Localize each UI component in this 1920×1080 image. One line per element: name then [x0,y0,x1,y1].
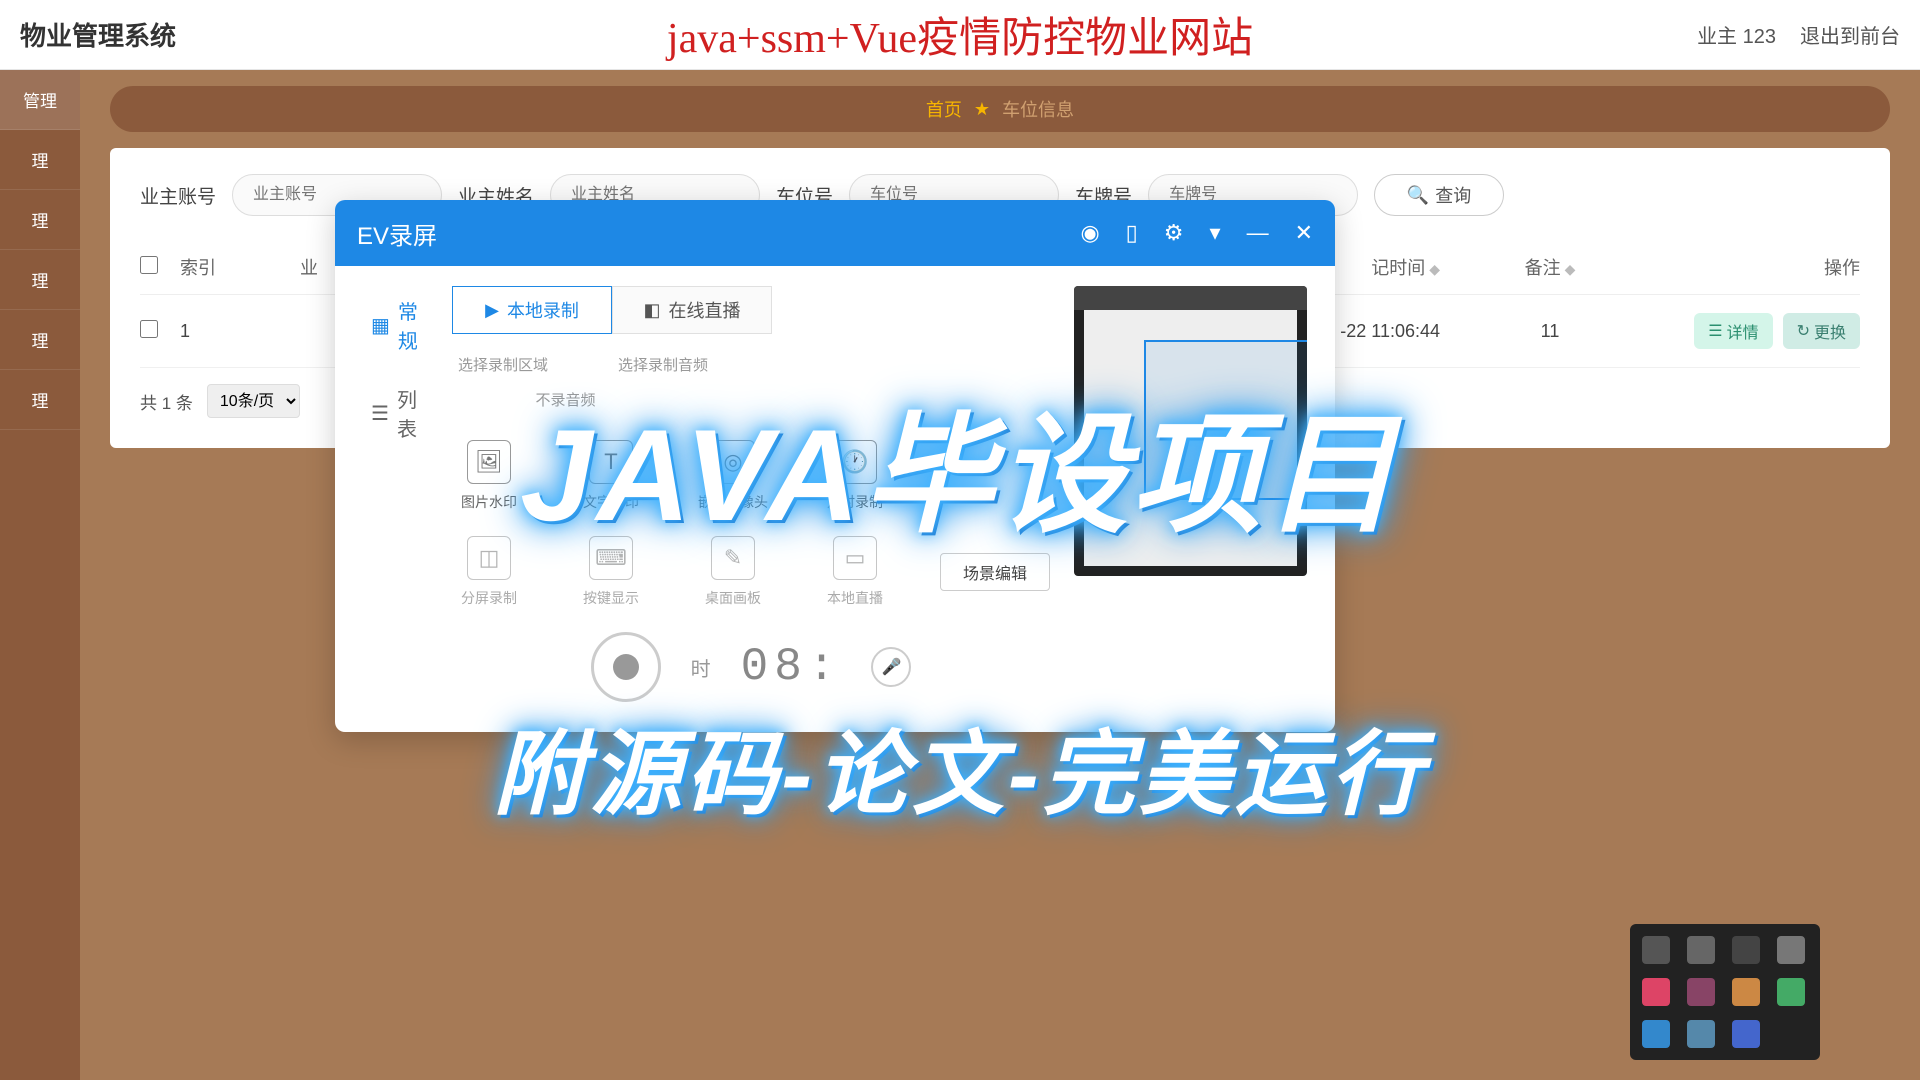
row-index: 1 [180,321,300,342]
ev-title: EV录屏 [357,216,437,251]
breadcrumb-home[interactable]: 首页 [926,96,962,122]
ev-header: EV录屏 ◉ ▯ ⚙ ▾ — ✕ [335,200,1335,266]
logout-link[interactable]: 退出到前台 [1800,20,1900,49]
row-note: 11 [1440,321,1660,342]
ev-nav-list[interactable]: ☰列表 [363,374,428,452]
ev-left-nav: ▦常规 ☰列表 [363,286,428,702]
timer-label: 时 [691,653,711,682]
overlay-line2: 附源码-论文-完美运行 [493,700,1426,833]
tray-icon-4[interactable] [1777,936,1805,964]
image-icon: 🖼 [467,440,511,484]
system-tray [1630,924,1820,1060]
user-icon[interactable]: ◉ [1080,220,1099,246]
sidebar-item-4[interactable]: 理 [0,310,80,370]
edit-icon: ↻ [1797,321,1810,341]
ev-tab-live[interactable]: ◧在线直播 [612,286,772,334]
sidebar-item-1[interactable]: 理 [0,130,80,190]
scene-edit-button[interactable]: 场景编辑 [940,553,1050,591]
mic-button[interactable]: 🎤 [871,647,911,687]
star-icon: ★ [974,99,990,120]
record-dot-icon [613,654,639,680]
tray-icon-6[interactable] [1687,978,1715,1006]
record-icon: ▶ [485,300,499,321]
pager-select[interactable]: 10条/页 [207,384,300,418]
list-icon: ☰ [371,401,389,426]
tray-icon-11[interactable] [1732,1020,1760,1048]
preview-bar [1074,286,1307,310]
col-time: 记时间 [1371,258,1425,278]
col-note: 备注 [1525,258,1561,278]
overlay-line1: JAVA毕设项目 [520,370,1399,558]
edit-button[interactable]: ↻更换 [1783,313,1860,349]
tray-icon-7[interactable] [1732,978,1760,1006]
select-all-checkbox[interactable] [140,256,158,274]
mic-icon: 🎤 [881,657,901,677]
sidebar-item-2[interactable]: 理 [0,190,80,250]
pager-total: 共 1 条 [140,389,193,414]
tray-icon-8[interactable] [1777,978,1805,1006]
tray-icon-10[interactable] [1687,1020,1715,1048]
tool-image-watermark[interactable]: 🖼图片水印 [452,440,526,512]
col-ops: 操作 [1660,254,1860,280]
tray-icon-3[interactable] [1732,936,1760,964]
tray-icon-2[interactable] [1687,936,1715,964]
tray-icon-9[interactable] [1642,1020,1670,1048]
query-button[interactable]: 🔍 查询 [1374,174,1504,216]
split-icon: ◫ [467,536,511,580]
sort-icon-2[interactable]: ◆ [1565,261,1576,277]
sidebar-item-0[interactable]: 管理 [0,70,80,130]
minimize-icon[interactable]: — [1247,220,1269,246]
detail-button[interactable]: ☰详情 [1694,313,1772,349]
sort-icon[interactable]: ◆ [1429,261,1440,277]
timer-display: 08: [741,641,842,693]
breadcrumb: 首页 ★ 车位信息 [110,86,1890,132]
query-label: 查询 [1435,182,1471,208]
live-icon: ◧ [644,300,661,321]
col-index: 索引 [180,254,300,280]
title-banner: java+ssm+Vue疫情防控物业网站 [667,4,1253,65]
tool-split[interactable]: ◫分屏录制 [452,536,526,608]
ev-tab-local[interactable]: ▶本地录制 [452,286,612,334]
user-area: 业主 123 退出到前台 [1697,20,1900,49]
tray-icon-1[interactable] [1642,936,1670,964]
logo: 物业管理系统 [20,16,176,53]
phone-icon[interactable]: ▯ [1126,220,1138,246]
ev-tabs: ▶本地录制 ◧在线直播 [452,286,1050,334]
grid-icon: ▦ [371,313,390,338]
close-icon[interactable]: ✕ [1295,220,1313,246]
gear-icon[interactable]: ⚙ [1164,220,1184,246]
top-header: 物业管理系统 java+ssm+Vue疫情防控物业网站 业主 123 退出到前台 [0,0,1920,70]
ev-timer-row: 时 08: 🎤 [452,632,1050,702]
search-icon: 🔍 [1407,185,1429,206]
breadcrumb-current: 车位信息 [1002,96,1074,122]
sidebar-item-5[interactable]: 理 [0,370,80,430]
filter1-label: 业主账号 [140,182,216,209]
user-label[interactable]: 业主 123 [1697,20,1776,49]
sidebar-item-3[interactable]: 理 [0,250,80,310]
detail-icon: ☰ [1708,321,1722,341]
ev-nav-general[interactable]: ▦常规 [363,286,428,364]
chevron-down-icon[interactable]: ▾ [1210,220,1221,246]
row-checkbox[interactable] [140,320,158,338]
record-button[interactable] [591,632,661,702]
tray-icon-5[interactable] [1642,978,1670,1006]
ev-header-icons: ◉ ▯ ⚙ ▾ — ✕ [1080,220,1313,246]
sidebar: 管理 理 理 理 理 理 [0,70,80,1080]
